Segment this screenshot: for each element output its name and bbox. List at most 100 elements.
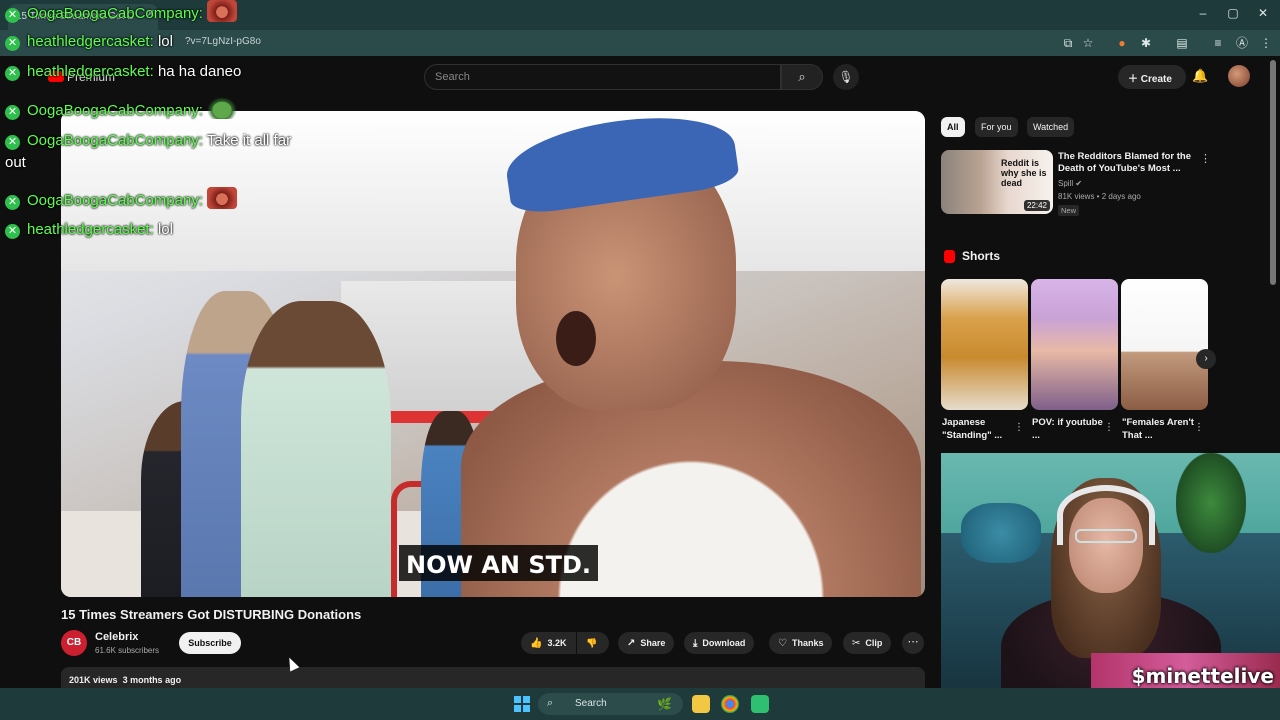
search-button[interactable]: ⌕ — [781, 64, 823, 90]
windows-taskbar: ⌕ Search 🌿 — [0, 688, 1280, 720]
taskbar-search[interactable]: ⌕ Search 🌿 — [538, 693, 683, 715]
share-button[interactable]: ↗ Share — [618, 632, 675, 654]
video-scene-person — [241, 301, 391, 597]
more-actions-button[interactable]: ⋯ — [902, 632, 924, 654]
chat-message: ✕ heathledgercasket: lol — [5, 221, 173, 239]
chat-badge-icon: ✕ — [5, 224, 20, 239]
sidepanel-icon[interactable]: ▤ — [1174, 35, 1190, 51]
chat-badge-icon: ✕ — [5, 8, 20, 23]
minimize-button[interactable]: – — [1188, 6, 1218, 20]
like-button[interactable]: 👍 3.2K — [521, 632, 576, 654]
taskbar-search-label: Search — [575, 698, 607, 709]
streaming-app-icon[interactable] — [751, 695, 769, 713]
address-bar[interactable]: ?v=7LgNzI-pG8o ⧉ ☆ ● ✱ ▤ ≡ Ⓐ ⋮ — [0, 30, 1280, 56]
notifications-bell-icon[interactable]: 🔔 — [1192, 68, 1208, 84]
taskbar-search-icon: ⌕ — [547, 697, 554, 709]
chat-text: lol — [157, 221, 173, 238]
chat-text: lol — [157, 33, 173, 50]
chip-watched[interactable]: Watched — [1027, 117, 1075, 137]
short-thumbnail[interactable] — [941, 279, 1028, 410]
share-label: Share — [640, 638, 666, 648]
windows-start-icon[interactable] — [514, 696, 530, 712]
menu-kebab-icon[interactable]: ⋮ — [1258, 35, 1274, 51]
new-badge: New — [1058, 205, 1080, 216]
chat-badge-icon: ✕ — [5, 66, 20, 81]
cast-icon[interactable]: ⧉ — [1060, 35, 1076, 51]
thumbnail-text: Reddit is why she is dead — [1001, 158, 1047, 188]
view-count: 201K views — [69, 675, 118, 685]
download-icon: ⤓ — [693, 638, 698, 649]
chrome-icon[interactable] — [721, 695, 739, 713]
more-horizontal-icon: ⋯ — [907, 636, 919, 648]
short-more-icon[interactable]: ⋮ — [1014, 422, 1024, 433]
chat-username: OogaBoogaCabCompany: — [27, 132, 203, 149]
plus-icon: ＋ — [1128, 74, 1141, 85]
chip-all[interactable]: All — [941, 117, 965, 137]
thumbs-up-icon: 👍 — [530, 638, 543, 649]
video-player[interactable]: 102071106 NOW AN STD. — [61, 111, 925, 597]
search-input[interactable]: Search — [424, 64, 781, 90]
channel-avatar[interactable]: CB — [61, 630, 87, 656]
search-icon: ⌕ — [798, 69, 806, 84]
chat-text-wrap: out — [5, 154, 26, 171]
shorts-next-chevron-icon[interactable]: › — [1196, 349, 1216, 369]
download-button[interactable]: ⤓ Download — [684, 632, 755, 654]
recommended-channel[interactable]: Spill ✔ — [1058, 179, 1082, 188]
dislike-button[interactable]: 👎 — [577, 632, 609, 654]
page-scrollbar[interactable] — [1270, 60, 1276, 285]
download-label: Download — [702, 638, 746, 648]
video-scene-mouth — [556, 311, 596, 366]
close-window-button[interactable]: ✕ — [1248, 6, 1278, 20]
chat-message: ✕ heathledgercasket: ha ha daneo — [5, 63, 241, 81]
maximize-button[interactable]: ▢ — [1218, 6, 1248, 20]
short-thumbnail[interactable] — [1121, 279, 1208, 410]
scissors-icon: ✂ — [852, 638, 861, 649]
recommended-channel-name: Spill — [1058, 179, 1074, 188]
reading-list-icon[interactable]: ≡ — [1210, 35, 1226, 51]
chat-username: heathledgercasket: — [27, 33, 154, 50]
thanks-button[interactable]: ♡ Thanks — [769, 632, 833, 654]
user-avatar[interactable] — [1228, 65, 1250, 87]
clip-button[interactable]: ✂ Clip — [843, 632, 892, 654]
short-title[interactable]: POV: if youtube ... — [1032, 416, 1107, 442]
thumbs-down-icon: 👎 — [586, 638, 598, 648]
recommended-title[interactable]: The Redditors Blamed for the Death of Yo… — [1058, 151, 1198, 175]
extension-icon[interactable]: ● — [1114, 35, 1130, 51]
webcam-overlay: $minettelive — [941, 453, 1280, 692]
chat-badge-icon: ✕ — [5, 105, 20, 120]
channel-name[interactable]: Celebrix — [95, 631, 138, 643]
chat-badge-icon: ✕ — [5, 195, 20, 210]
recommended-thumbnail[interactable]: Reddit is why she is dead 22:42 — [941, 150, 1053, 214]
short-more-icon[interactable]: ⋮ — [1194, 422, 1204, 433]
recommended-stats: 81K views • 2 days ago — [1058, 192, 1141, 201]
bookmark-star-icon[interactable]: ☆ — [1080, 35, 1096, 51]
subscribe-button[interactable]: Subscribe — [179, 632, 241, 654]
angry-face-emote-icon — [207, 187, 238, 209]
thanks-label: Thanks — [791, 638, 824, 648]
webcam-scene-glasses — [1075, 529, 1137, 543]
puzzle-icon[interactable]: ✱ — [1138, 35, 1154, 51]
chat-message: ✕ heathledgercasket: lol — [5, 33, 173, 51]
channel-subscribers: 61.6K subscribers — [95, 646, 160, 655]
recommended-more-icon[interactable]: ⋮ — [1200, 152, 1211, 165]
chat-text: ha ha daneo — [157, 63, 242, 80]
chip-for-you[interactable]: For you — [975, 117, 1018, 137]
chat-username: OogaBoogaCabCompany: — [27, 102, 203, 119]
create-label: Create — [1140, 74, 1172, 85]
create-button[interactable]: ＋ Create — [1118, 65, 1186, 89]
chat-badge-icon: ✕ — [5, 36, 20, 51]
voice-search-button[interactable]: 🎙 — [833, 64, 859, 90]
profile-icon[interactable]: Ⓐ — [1234, 35, 1250, 51]
short-title[interactable]: Japanese "Standing" ... — [942, 416, 1017, 442]
microphone-icon: 🎙 — [838, 70, 854, 84]
shorts-heading: Shorts — [962, 249, 1001, 263]
short-more-icon[interactable]: ⋮ — [1104, 422, 1114, 433]
streamer-handle: $minettelive — [1131, 664, 1274, 688]
short-title[interactable]: "Females Aren't That ... — [1122, 416, 1197, 442]
file-explorer-icon[interactable] — [692, 695, 710, 713]
thanks-heart-icon: ♡ — [778, 638, 787, 649]
chat-text: Take it all far — [206, 132, 292, 149]
url-text[interactable]: ?v=7LgNzI-pG8o — [185, 36, 261, 47]
short-thumbnail[interactable] — [1031, 279, 1118, 410]
shorts-icon — [944, 250, 955, 263]
